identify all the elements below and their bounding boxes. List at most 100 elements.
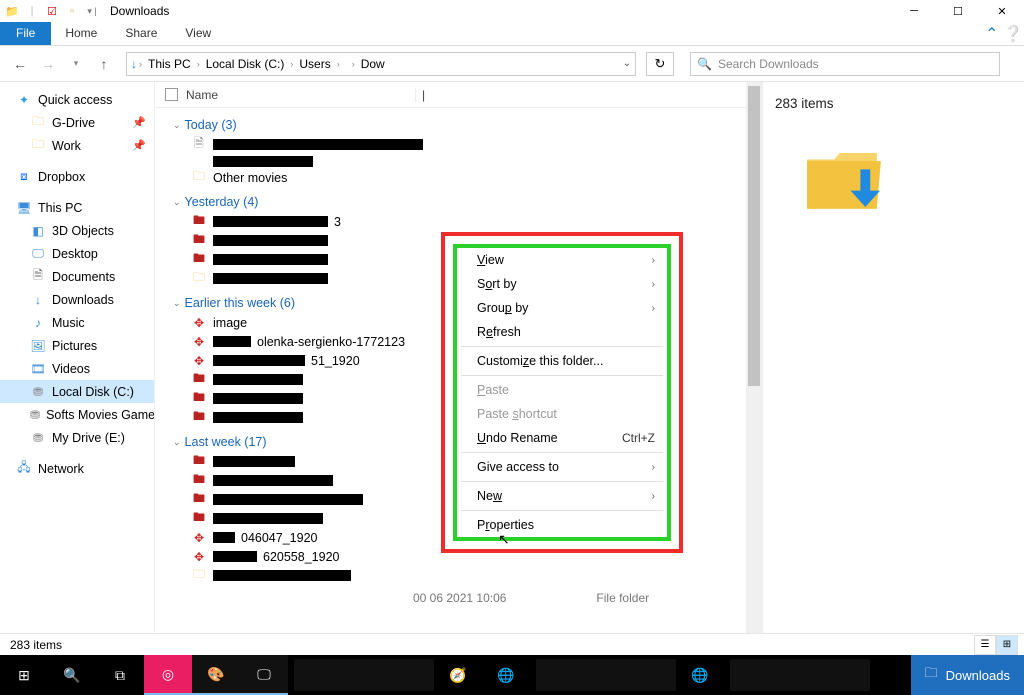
file-date-partial: 00 06 2021 10:06 bbox=[413, 591, 506, 605]
ribbon: File Home Share View ⌃ ❔ bbox=[0, 22, 1024, 46]
search-input[interactable] bbox=[718, 57, 993, 71]
sidebar-downloads[interactable]: ↓Downloads bbox=[0, 288, 154, 311]
sidebar-network[interactable]: 🖧Network bbox=[0, 457, 154, 480]
sidebar-gdrive[interactable]: 🗀G-Drive📌 bbox=[0, 111, 154, 134]
task-downloads[interactable]: 🗀Downloads bbox=[911, 655, 1024, 695]
pin-icon: 📌 bbox=[132, 116, 146, 129]
qat-divider-icon: ▫ bbox=[64, 3, 80, 19]
ctx-sort[interactable]: Sort by› bbox=[457, 272, 667, 296]
file-row[interactable]: 🗎 bbox=[173, 135, 746, 154]
ctx-new[interactable]: New› bbox=[457, 484, 667, 508]
home-tab[interactable]: Home bbox=[51, 22, 111, 45]
task-app-3[interactable]: 🖵 bbox=[240, 655, 288, 695]
star-icon: ✦ bbox=[16, 92, 32, 108]
scrollbar[interactable] bbox=[746, 82, 762, 633]
maximize-button[interactable]: ☐ bbox=[936, 0, 980, 22]
chevron-right-icon: › bbox=[652, 255, 655, 266]
disk-icon: ⛃ bbox=[30, 384, 46, 400]
sidebar-thispc[interactable]: 🖥This PC bbox=[0, 196, 154, 219]
ctx-customize[interactable]: Customize this folder... bbox=[457, 349, 667, 373]
ribbon-help-icon[interactable]: ⌃ ❔ bbox=[984, 22, 1024, 45]
sidebar-mydrive[interactable]: ⛃My Drive (E:) bbox=[0, 426, 154, 449]
qat-check-icon[interactable]: ☑ bbox=[44, 3, 60, 19]
search-box[interactable]: 🔍 bbox=[690, 52, 1000, 76]
minimize-button[interactable]: ─ bbox=[892, 0, 936, 22]
taskview-button[interactable]: ⧉ bbox=[96, 655, 144, 695]
sidebar-music[interactable]: ♪Music bbox=[0, 311, 154, 334]
address-bar[interactable]: ↓ › This PC› Local Disk (C:)› Users› › D… bbox=[126, 52, 636, 76]
chevron-right-icon: › bbox=[652, 303, 655, 314]
breadcrumb-seg[interactable]: Dow bbox=[357, 57, 389, 71]
ctx-refresh[interactable]: Refresh bbox=[457, 320, 667, 344]
sidebar-work[interactable]: 🗀Work📌 bbox=[0, 134, 154, 157]
navigation-bar: ← → ▾ ↑ ↓ › This PC› Local Disk (C:)› Us… bbox=[0, 46, 1024, 82]
task-window-3[interactable] bbox=[730, 659, 870, 691]
quick-access[interactable]: ✦Quick access bbox=[0, 88, 154, 111]
puzzle-icon: ✥ bbox=[191, 315, 207, 331]
file-row[interactable]: 🖿3 bbox=[173, 212, 746, 231]
ctx-give-access[interactable]: Give access to› bbox=[457, 455, 667, 479]
address-dropdown-icon[interactable]: ⌄ bbox=[623, 58, 631, 69]
file-tab[interactable]: File bbox=[0, 22, 51, 45]
archive-icon: 🖿 bbox=[191, 252, 207, 268]
search-button[interactable]: 🔍 bbox=[48, 655, 96, 695]
task-app-5[interactable]: 🌐 bbox=[482, 655, 530, 695]
large-icons-button[interactable]: ⊞ bbox=[996, 635, 1018, 655]
file-row[interactable] bbox=[173, 154, 746, 168]
sidebar-documents[interactable]: 🗎Documents bbox=[0, 265, 154, 288]
item-count: 283 items bbox=[775, 96, 834, 111]
file-row[interactable]: 🗀Other movies bbox=[173, 168, 746, 187]
window-title: Downloads bbox=[110, 4, 169, 18]
ctx-undo-rename[interactable]: Undo RenameCtrl+Z bbox=[457, 426, 667, 450]
breadcrumb-seg[interactable]: This PC bbox=[144, 57, 195, 71]
back-button[interactable]: ← bbox=[8, 56, 32, 72]
details-view-button[interactable]: ☰ bbox=[974, 635, 996, 655]
share-tab[interactable]: Share bbox=[111, 22, 171, 45]
ctx-group[interactable]: Group by› bbox=[457, 296, 667, 320]
sidebar-softs[interactable]: ⛃Softs Movies Games bbox=[0, 403, 154, 426]
chevron-down-icon: ⌄ bbox=[173, 437, 181, 448]
up-button[interactable]: ↑ bbox=[92, 56, 116, 72]
picture-icon: 🖼 bbox=[30, 338, 46, 354]
disk-icon: ⛃ bbox=[30, 430, 46, 446]
file-row[interactable]: 🗀 bbox=[173, 566, 746, 585]
task-app-1[interactable]: ◎ bbox=[144, 655, 192, 695]
group-yesterday[interactable]: ⌄Yesterday (4) bbox=[173, 192, 746, 212]
cursor-icon: ↖ bbox=[498, 531, 510, 548]
ctx-view[interactable]: View› bbox=[457, 248, 667, 272]
ctx-properties[interactable]: Properties bbox=[457, 513, 667, 537]
sidebar-pictures[interactable]: 🖼Pictures bbox=[0, 334, 154, 357]
archive-icon: 🖿 bbox=[191, 473, 207, 489]
select-all-checkbox[interactable] bbox=[165, 88, 178, 101]
folder-icon: 🗀 bbox=[191, 271, 207, 287]
task-app-6[interactable]: 🌐 bbox=[676, 655, 724, 695]
start-button[interactable]: ⊞ bbox=[0, 655, 48, 695]
sidebar-3dobjects[interactable]: ◧3D Objects bbox=[0, 219, 154, 242]
archive-icon: 🖿 bbox=[191, 233, 207, 249]
file-icon: 🗎 bbox=[191, 137, 207, 153]
breadcrumb-seg[interactable]: Local Disk (C:) bbox=[202, 57, 289, 71]
column-divider[interactable]: | bbox=[415, 88, 425, 102]
sidebar-desktop[interactable]: 🖵Desktop bbox=[0, 242, 154, 265]
group-today[interactable]: ⌄Today (3) bbox=[173, 115, 746, 135]
refresh-button[interactable]: ↻ bbox=[646, 52, 674, 76]
task-app-2[interactable]: 🎨 bbox=[192, 655, 240, 695]
task-window-1[interactable] bbox=[294, 659, 434, 691]
archive-icon: 🖿 bbox=[191, 410, 207, 426]
task-window-2[interactable] bbox=[536, 659, 676, 691]
close-button[interactable]: ✕ bbox=[980, 0, 1024, 22]
qat-dropdown[interactable]: ▾ | bbox=[84, 3, 100, 19]
sidebar-dropbox[interactable]: ⧈Dropbox bbox=[0, 165, 154, 188]
video-icon: 🎞 bbox=[30, 361, 46, 377]
column-name[interactable]: Name bbox=[186, 88, 218, 102]
list-header: Name | bbox=[155, 82, 746, 108]
sidebar-localdisk[interactable]: ⛃Local Disk (C:) bbox=[0, 380, 154, 403]
view-tab[interactable]: View bbox=[171, 22, 225, 45]
sidebar-videos[interactable]: 🎞Videos bbox=[0, 357, 154, 380]
history-dropdown[interactable]: ▾ bbox=[64, 58, 88, 69]
task-app-4[interactable]: 🧭 bbox=[434, 655, 482, 695]
breadcrumb-seg[interactable]: Users bbox=[295, 57, 334, 71]
cube-icon: ◧ bbox=[30, 223, 46, 239]
scroll-thumb[interactable] bbox=[748, 86, 760, 386]
forward-button[interactable]: → bbox=[36, 56, 60, 72]
